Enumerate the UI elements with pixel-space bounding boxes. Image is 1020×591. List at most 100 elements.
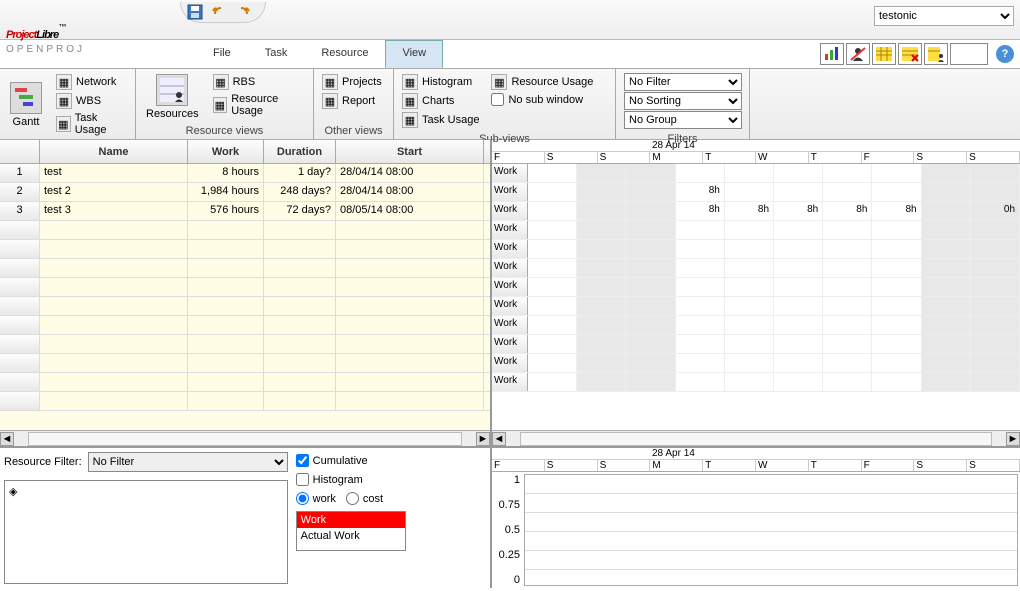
measure-option[interactable]: Work (297, 512, 405, 528)
histogram-plot[interactable] (524, 474, 1018, 586)
cost-radio[interactable]: cost (346, 492, 383, 505)
dow-cell: S (914, 460, 967, 471)
scroll-left-icon[interactable]: ◄ (492, 432, 506, 446)
gantt-icon (10, 82, 42, 114)
timeline-row[interactable]: Work8h8h8h8h8h0h (492, 202, 1020, 221)
table-row[interactable]: 2test 21,984 hours248 days?28/04/14 08:0… (0, 183, 490, 202)
timeline-row[interactable]: Work (492, 259, 1020, 278)
measure-option[interactable]: Actual Work (297, 528, 405, 544)
grid-yellow-icon[interactable] (872, 43, 896, 65)
table-row[interactable] (0, 316, 490, 335)
horizontal-scrollbar[interactable]: ◄ ► (0, 430, 490, 446)
scroll-right-icon[interactable]: ► (476, 432, 490, 446)
resource-list[interactable]: ◈ (4, 480, 288, 584)
timeline-row[interactable]: Work (492, 221, 1020, 240)
timeline-row[interactable]: Work (492, 240, 1020, 259)
dow-cell: S (545, 152, 598, 163)
ribbon-item-network[interactable]: ▦Network (54, 73, 129, 91)
item-icon: ▦ (56, 93, 72, 109)
grid-body[interactable]: 1test8 hours1 day?28/04/14 08:002test 21… (0, 164, 490, 430)
gantt-button[interactable]: Gantt (4, 71, 48, 139)
main-menu: FileTaskResourceView (196, 40, 443, 68)
table-row[interactable]: 1test8 hours1 day?28/04/14 08:00 (0, 164, 490, 183)
timeline-row[interactable]: Work (492, 354, 1020, 373)
y-tick: 0.25 (494, 549, 520, 561)
ribbon-item-rbs[interactable]: ▦RBS (211, 73, 307, 91)
cumulative-checkbox[interactable]: Cumulative (296, 454, 406, 467)
menu-task[interactable]: Task (248, 40, 305, 68)
project-selector[interactable]: testonic (874, 6, 1014, 26)
item-icon: ▦ (56, 74, 72, 90)
grid-delete-icon[interactable] (898, 43, 922, 65)
group-select[interactable]: No Group (624, 111, 742, 129)
resource-icon[interactable] (846, 43, 870, 65)
help-icon[interactable]: ? (996, 45, 1014, 63)
scroll-right-icon[interactable]: ► (1006, 432, 1020, 446)
timeline-row[interactable]: Work8h (492, 183, 1020, 202)
table-row[interactable] (0, 221, 490, 240)
measure-list[interactable]: WorkActual Work (296, 511, 406, 551)
table-row[interactable] (0, 297, 490, 316)
dow-cell: T (703, 152, 756, 163)
item-icon: ▦ (213, 74, 229, 90)
table-row[interactable] (0, 354, 490, 373)
table-row[interactable] (0, 259, 490, 278)
menu-resource[interactable]: Resource (304, 40, 385, 68)
timeline-row[interactable]: Work (492, 335, 1020, 354)
ribbon-item-task-usage[interactable]: ▦Task Usage (54, 111, 129, 137)
undo-icon[interactable] (211, 4, 227, 20)
menu-view[interactable]: View (385, 40, 443, 68)
ribbon-item-wbs[interactable]: ▦WBS (54, 92, 129, 110)
dow-cell: T (809, 152, 862, 163)
timeline-row[interactable]: Work (492, 278, 1020, 297)
histogram-controls: Resource Filter: No Filter ◈ Cumulative … (0, 448, 492, 588)
ribbon-item-task-usage[interactable]: ▦Task Usage (400, 111, 481, 129)
ribbon-item-resource-usage[interactable]: ▦Resource Usage (489, 73, 595, 91)
blank-view-icon[interactable] (950, 43, 988, 65)
ribbon-item-histogram[interactable]: ▦Histogram (400, 73, 481, 91)
col-index[interactable] (0, 140, 40, 163)
timeline-body[interactable]: WorkWork8hWork8h8h8h8h8h0hWorkWorkWorkWo… (492, 164, 1020, 430)
col-name[interactable]: Name (40, 140, 188, 163)
resource-filter-label: Resource Filter: (4, 456, 82, 468)
table-row[interactable] (0, 392, 490, 411)
item-icon: ▦ (402, 74, 418, 90)
timeline-row[interactable]: Work (492, 164, 1020, 183)
quick-access-toolbar (180, 2, 266, 23)
timeline-row[interactable]: Work (492, 373, 1020, 392)
col-work[interactable]: Work (188, 140, 264, 163)
scroll-left-icon[interactable]: ◄ (0, 432, 14, 446)
ribbon-resource-views: Resources ▦RBS▦Resource Usage Resource v… (136, 69, 314, 139)
horizontal-scrollbar[interactable]: ◄ ► (492, 430, 1020, 446)
y-tick: 1 (494, 474, 520, 486)
ribbon-item-projects[interactable]: ▦Projects (320, 73, 384, 91)
save-icon[interactable] (187, 4, 203, 20)
col-start[interactable]: Start (336, 140, 484, 163)
grid-user-icon[interactable] (924, 43, 948, 65)
ribbon-item-charts[interactable]: ▦Charts (400, 92, 481, 110)
menu-file[interactable]: File (196, 40, 248, 68)
table-row[interactable] (0, 373, 490, 392)
timeline-date: 28 Apr 14 (492, 140, 1020, 152)
sort-select[interactable]: No Sorting (624, 92, 742, 110)
redo-icon[interactable] (235, 4, 251, 20)
timeline-row[interactable]: Work (492, 316, 1020, 335)
ribbon-item-resource-usage[interactable]: ▦Resource Usage (211, 92, 307, 118)
filter-select[interactable]: No Filter (624, 73, 742, 91)
table-row[interactable]: 3test 3576 hours72 days?08/05/14 08:00 (0, 202, 490, 221)
timeline-row[interactable]: Work (492, 297, 1020, 316)
item-icon: ▦ (402, 93, 418, 109)
dow-cell: F (862, 152, 915, 163)
col-duration[interactable]: Duration (264, 140, 336, 163)
chart-icon[interactable] (820, 43, 844, 65)
ribbon-item-no-sub-window[interactable]: No sub window (489, 92, 595, 107)
ribbon-item-report[interactable]: ▦Report (320, 92, 384, 110)
histogram-checkbox[interactable]: Histogram (296, 473, 406, 486)
resource-filter-select[interactable]: No Filter (88, 452, 288, 472)
table-row[interactable] (0, 240, 490, 259)
resources-button[interactable]: Resources (140, 71, 205, 123)
table-row[interactable] (0, 278, 490, 297)
dow-cell: W (756, 152, 809, 163)
work-radio[interactable]: work (296, 492, 336, 505)
table-row[interactable] (0, 335, 490, 354)
